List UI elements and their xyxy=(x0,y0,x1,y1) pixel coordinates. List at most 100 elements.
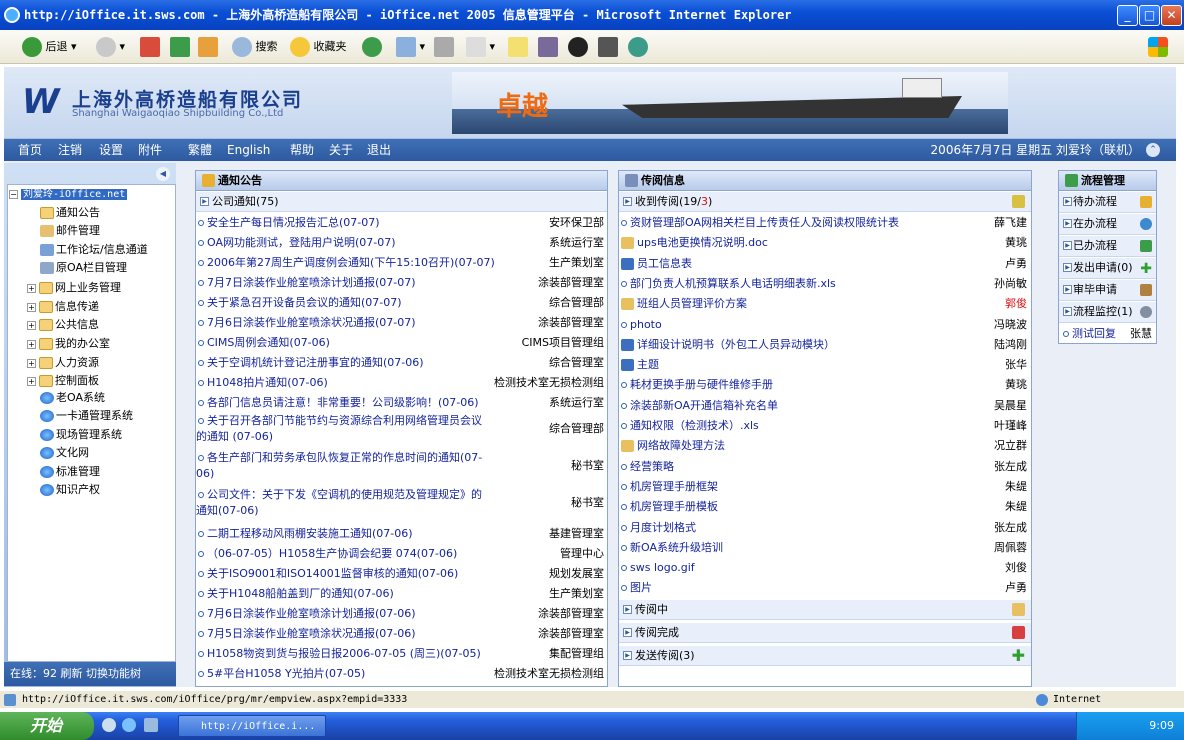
quicklaunch-app-icon[interactable] xyxy=(102,718,116,732)
circulate-row[interactable]: 资财管理部OA网相关栏目上传责任人及阅读权限统计表 薛飞建 xyxy=(619,213,1031,233)
back-button[interactable]: 后退 ▾ xyxy=(22,35,77,59)
tree-item-notice[interactable]: 通知公告 xyxy=(40,204,100,222)
circulate-row[interactable]: photo 冯晓波 xyxy=(619,315,1031,335)
nav-exit[interactable]: 退出 xyxy=(367,139,391,161)
company-notice-section[interactable]: ▶ 公司通知(75) xyxy=(196,192,607,212)
notice-row[interactable]: 各生产部门和劳务承包队恢复正常的作息时间的通知(07- 06) 秘书室 xyxy=(196,450,607,486)
notes-button[interactable] xyxy=(508,35,528,59)
notice-row[interactable]: H1058物资到货与报验日报2006-07-05 (周三)(07-05) 集配管理… xyxy=(196,644,607,664)
forward-button[interactable]: ▾ xyxy=(96,35,125,59)
circulate-row[interactable]: 机房管理手册模板 朱缇 xyxy=(619,497,1031,517)
tree-item-site-mgmt[interactable]: 现场管理系统 xyxy=(40,426,122,444)
circulating-section[interactable]: ▶ 传阅中 xyxy=(619,600,1031,620)
notice-row[interactable]: 5#平台H1058 Y光拍片(07-05) 检测技术室无损检测组 xyxy=(196,664,607,684)
tree-item-messaging[interactable]: + 信息传递 xyxy=(27,298,99,316)
tree-item-oa-columns[interactable]: 原OA栏目管理 xyxy=(40,259,127,277)
nav-attachments[interactable]: 附件 xyxy=(138,139,162,161)
tree-item-culture[interactable]: 文化网 xyxy=(40,444,89,462)
notice-row[interactable]: OA网功能测试，登陆用户说明(07-07) 系统运行室 xyxy=(196,233,607,253)
nav-logout[interactable]: 注销 xyxy=(58,139,82,161)
circulate-row[interactable]: 详细设计说明书（外包工人员异动模块） 陆鸿刚 xyxy=(619,335,1031,355)
workflow-approved-requests[interactable]: ▶ 审毕申请 xyxy=(1059,280,1156,301)
messenger-button[interactable] xyxy=(628,35,648,59)
circulate-row[interactable]: sws logo.gif 刘俊 xyxy=(619,558,1031,578)
notice-row[interactable]: 安全生产每日情况报告汇总(07-07) 安环保卫部 xyxy=(196,213,607,233)
circulate-row[interactable]: 主题 张华 xyxy=(619,355,1031,375)
qq-button[interactable] xyxy=(568,35,588,59)
edit-button[interactable]: ▾ xyxy=(466,35,495,59)
notice-row[interactable]: 关于H1048船舶盖到厂的通知(07-06) 生产策划室 xyxy=(196,584,607,604)
nav-help[interactable]: 帮助 xyxy=(290,139,314,161)
home-button[interactable] xyxy=(198,35,218,59)
collapse-sidebar-icon[interactable]: ◀ xyxy=(156,167,170,181)
circulate-row[interactable]: 网络故障处理方法 况立群 xyxy=(619,436,1031,456)
notice-row[interactable]: 关于ISO9001和ISO14001监督审核的通知(07-06) 规划发展室 xyxy=(196,564,607,584)
nav-about[interactable]: 关于 xyxy=(329,139,353,161)
notice-row[interactable]: 公司文件：关于下发《空调机的使用规范及管理规定》的 通知(07-06) 秘书室 xyxy=(196,487,607,523)
search-button[interactable]: 搜索 xyxy=(232,35,278,59)
circulate-row[interactable]: 班组人员管理评价方案 郭俊 xyxy=(619,294,1031,314)
circulate-row[interactable]: 部门负责人机预算联系人电话明细表新.xls 孙尚敏 xyxy=(619,274,1031,294)
refresh-button[interactable] xyxy=(170,35,190,59)
print-button[interactable] xyxy=(434,35,454,59)
tree-item-forum[interactable]: 工作论坛/信息通道 xyxy=(40,241,148,259)
tree-item-business[interactable]: + 网上业务管理 xyxy=(27,279,121,297)
notice-row[interactable]: 7月6日涂装作业舱室喷涂计划通报(07-06) 涂装部管理室 xyxy=(196,604,607,624)
quicklaunch-ie-icon[interactable] xyxy=(122,718,136,732)
nav-home[interactable]: 首页 xyxy=(18,139,42,161)
maximize-button[interactable]: □ xyxy=(1139,5,1160,26)
circulate-row[interactable]: 月度计划格式 张左成 xyxy=(619,518,1031,538)
notice-row[interactable]: 7月5日涂装作业舱室喷涂状况通报(07-06) 涂装部管理室 xyxy=(196,624,607,644)
notice-row[interactable]: 关于空调机统计登记注册事宜的通知(07-06) 综合管理室 xyxy=(196,353,607,373)
nav-settings[interactable]: 设置 xyxy=(99,139,123,161)
sent-circulate-section[interactable]: ▶ 发送传阅(3) ✚ xyxy=(619,646,1031,666)
circulate-done-section[interactable]: ▶ 传阅完成 xyxy=(619,623,1031,643)
notice-row[interactable]: 各部门信息员请注意！非常重要！公司级影响！(07-06) 系统运行室 xyxy=(196,393,607,413)
tree-item-hr[interactable]: + 人力资源 xyxy=(27,354,99,372)
circulate-row[interactable]: 通知权限（检测技术）.xls 叶瑾峰 xyxy=(619,416,1031,436)
circulate-row[interactable]: 涂装部新OA开通信箱补充名单 吴晨星 xyxy=(619,396,1031,416)
toolbar-app-button[interactable] xyxy=(598,35,618,59)
notice-row[interactable]: CIMS周例会通知(07-06) CIMS项目管理组 xyxy=(196,333,607,353)
notice-row[interactable]: 关于紧急召开设备员会议的通知(07-07) 综合管理部 xyxy=(196,293,607,313)
taskbar-ie-window[interactable]: http://iOffice.i... xyxy=(178,715,326,737)
favorites-button[interactable]: 收藏夹 xyxy=(290,35,347,59)
notice-row[interactable]: 7月7日涂装作业舱室喷涂计划通报(07-07) 涂装部管理室 xyxy=(196,273,607,293)
notice-row[interactable]: H1048拍片通知(07-06) 检测技术室无损检测组 xyxy=(196,373,607,393)
circulate-row[interactable]: 新OA系统升级培训 周佩蓉 xyxy=(619,538,1031,558)
notice-row[interactable]: 2006年第27周生产调度例会通知(下午15:10召开)(07-07) 生产策划室 xyxy=(196,253,607,273)
workflow-in-progress[interactable]: ▶ 在办流程 xyxy=(1059,214,1156,235)
tree-item-mail[interactable]: 邮件管理 xyxy=(40,222,100,240)
notice-row[interactable]: 二期工程移动风雨棚安装施工通知(07-06) 基建管理室 xyxy=(196,524,607,544)
tree-item-old-oa[interactable]: 老OA系统 xyxy=(40,389,105,407)
workflow-todo[interactable]: ▶ 待办流程 xyxy=(1059,192,1156,213)
circulate-row[interactable]: 经营策略 张左成 xyxy=(619,457,1031,477)
circulate-row[interactable]: 员工信息表 卢勇 xyxy=(619,254,1031,274)
chevron-up-icon[interactable]: ⌃ xyxy=(1146,143,1160,157)
tree-item-ip[interactable]: 知识产权 xyxy=(40,481,100,499)
close-button[interactable]: ✕ xyxy=(1161,5,1182,26)
notice-row[interactable]: 7月6日涂装作业舱室喷涂状况通报(07-07) 涂装部管理室 xyxy=(196,313,607,333)
minimize-button[interactable]: _ xyxy=(1117,5,1138,26)
research-button[interactable] xyxy=(538,35,558,59)
tree-root[interactable]: − 刘爱玲-iOffice.net xyxy=(9,185,128,203)
quicklaunch-desktop-icon[interactable] xyxy=(144,718,158,732)
tree-item-control-panel[interactable]: + 控制面板 xyxy=(27,372,99,390)
tree-item-standards[interactable]: 标准管理 xyxy=(40,463,100,481)
notice-row[interactable]: （06-07-05）H1058生产协调会纪要 074(07-06) 管理中心 xyxy=(196,544,607,564)
workflow-test-reply[interactable]: 测试回复 张慧 xyxy=(1061,324,1156,344)
online-status[interactable]: 在线：92 刷新 切换功能树 xyxy=(4,662,176,686)
notice-row[interactable]: 关于召开各部门节能节约与资源综合利用网络管理员会议 的通知 (07-06) 综合管理… xyxy=(196,413,607,449)
workflow-monitor[interactable]: ▶ 流程监控(1) xyxy=(1059,302,1156,323)
workflow-sent-requests[interactable]: ▶ 发出申请(0) ✚ xyxy=(1059,258,1156,279)
mail-button[interactable]: ▾ xyxy=(396,35,425,59)
circulate-row[interactable]: 耗材更换手册与硬件维修手册 黄珧 xyxy=(619,375,1031,395)
nav-traditional[interactable]: 繁體 xyxy=(188,139,212,161)
stop-button[interactable] xyxy=(140,35,160,59)
circulate-row[interactable]: ups电池更换情况说明.doc 黄珧 xyxy=(619,233,1031,253)
tree-item-card-system[interactable]: 一卡通管理系统 xyxy=(40,407,133,425)
circulate-row[interactable]: 图片 卢勇 xyxy=(619,578,1031,598)
nav-english[interactable]: English xyxy=(227,139,270,161)
history-button[interactable] xyxy=(362,35,382,59)
tree-item-public[interactable]: + 公共信息 xyxy=(27,316,99,334)
